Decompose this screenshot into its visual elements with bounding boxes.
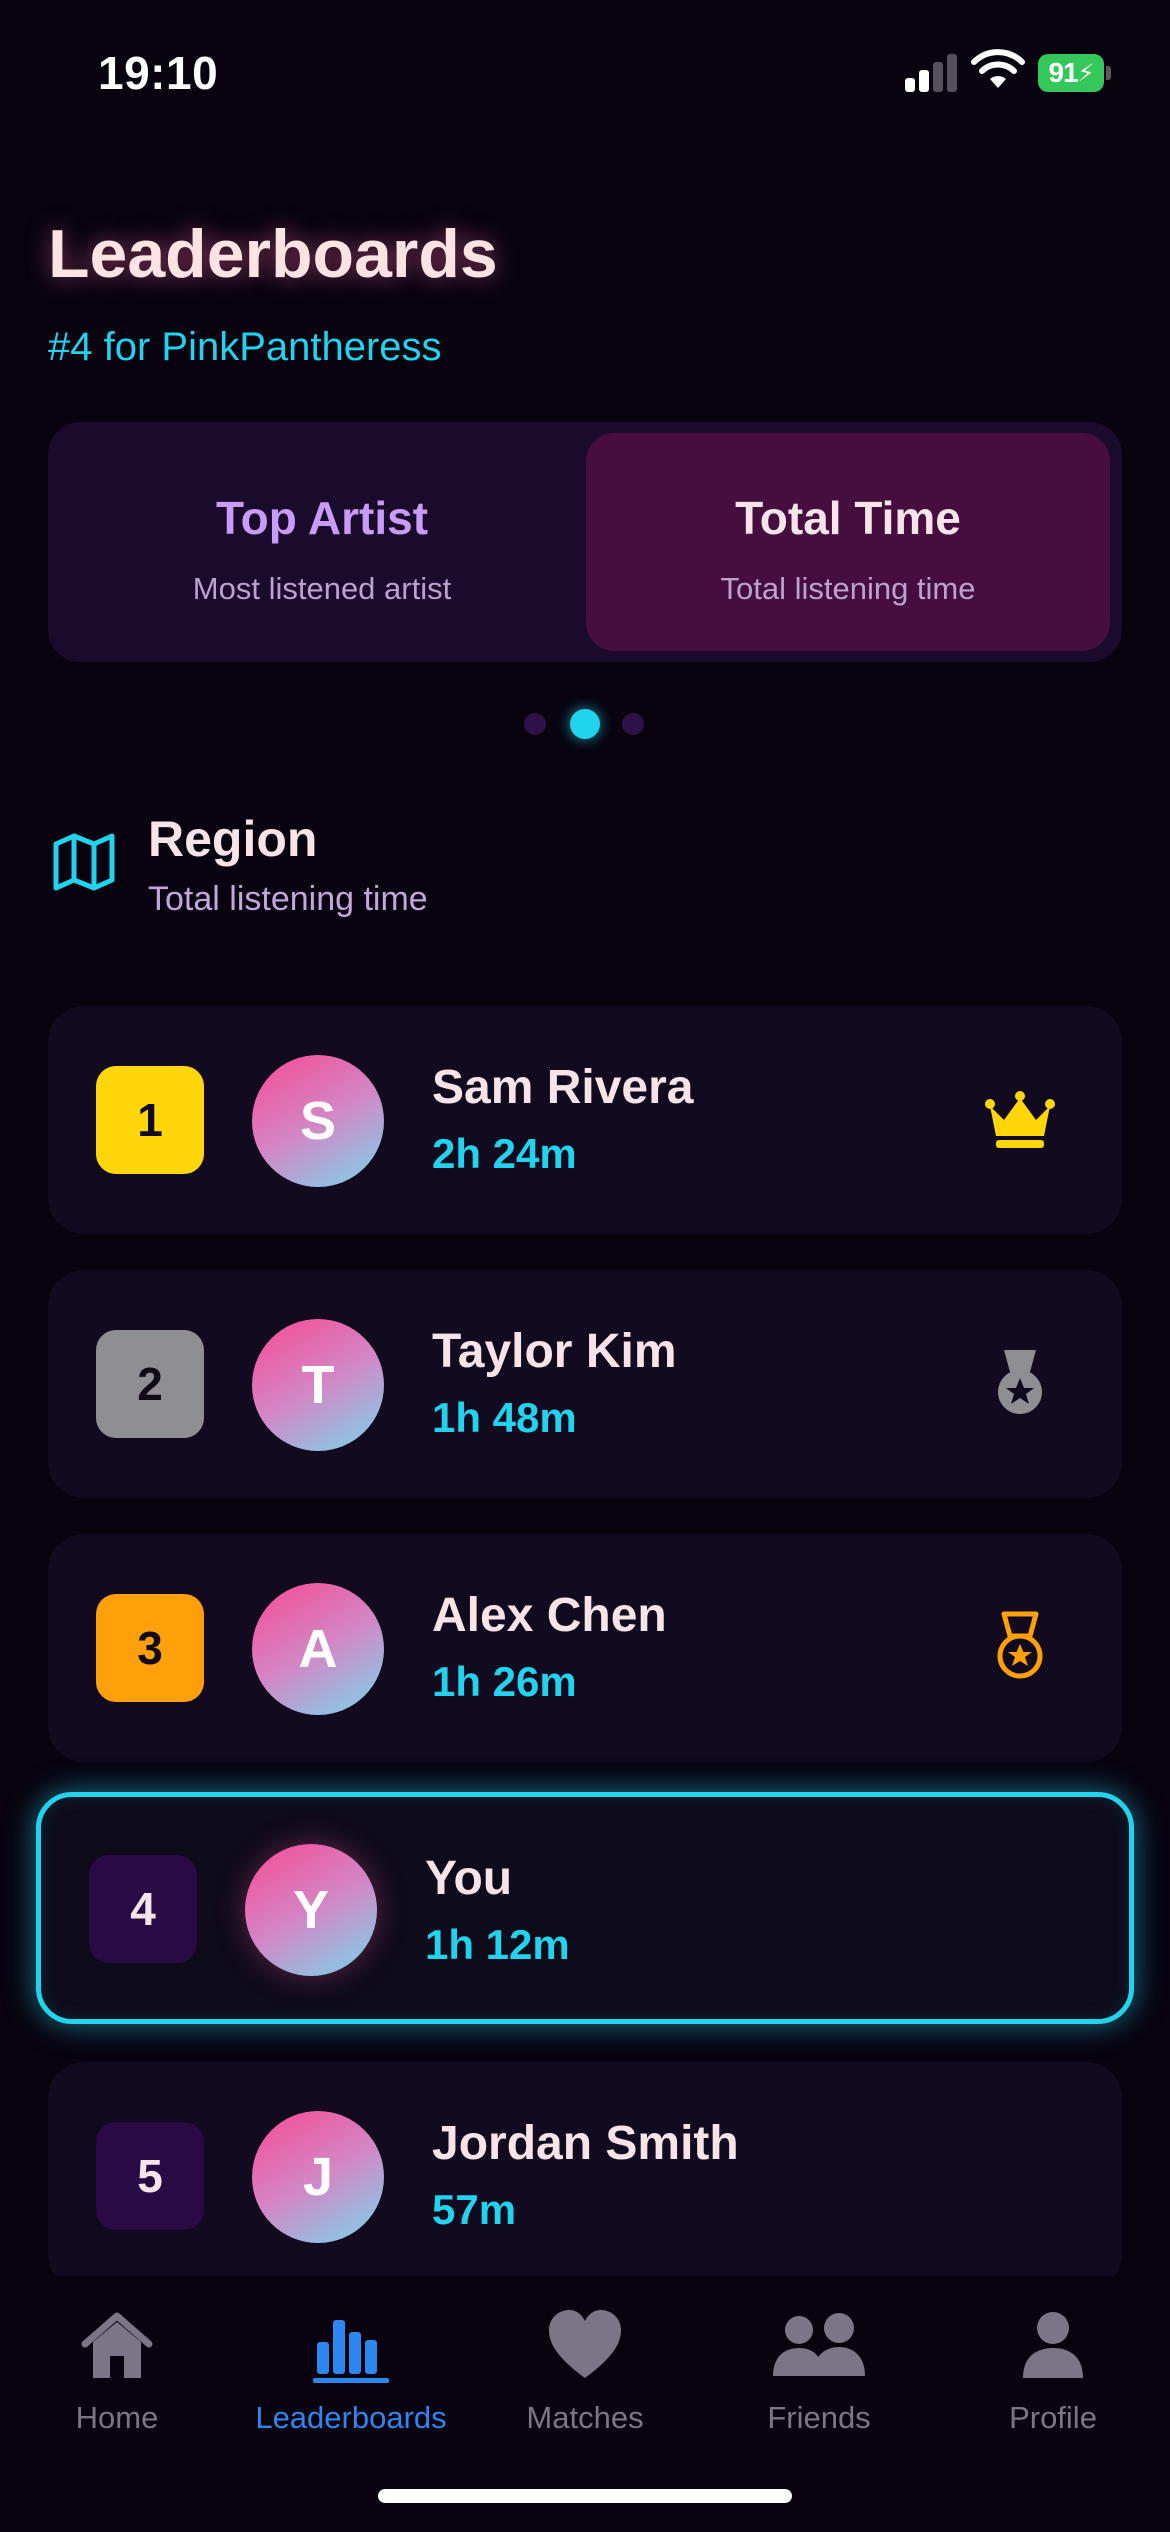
leaderboard-row[interactable]: 1 S Sam Rivera 2h 24m (48, 1006, 1122, 1234)
avatar: T (252, 1319, 384, 1451)
player-name: Sam Rivera (432, 1061, 694, 1114)
avatar: A (252, 1583, 384, 1715)
listening-time: 1h 12m (425, 1921, 570, 1968)
tab-label: Home (75, 2400, 159, 2435)
leaderboard-list[interactable]: 1 S Sam Rivera 2h 24m 2 T Taylor Kim 1h … (0, 0, 1170, 2290)
leaderboard-row[interactable]: 2 T Taylor Kim 1h 48m (48, 1270, 1122, 1498)
player-name: You (425, 1852, 513, 1905)
heart-icon (549, 2310, 621, 2378)
tab-label: Matches (526, 2400, 644, 2435)
tab-home[interactable]: Home (0, 2306, 234, 2456)
player-name: Alex Chen (432, 1589, 667, 1642)
rank-badge: 2 (96, 1330, 204, 1438)
leaderboard-row-current-user[interactable]: 4 Y You 1h 12m (36, 1792, 1134, 2024)
avatar: Y (245, 1844, 377, 1976)
house-icon (81, 2312, 153, 2378)
listening-time: 1h 26m (432, 1658, 577, 1705)
leaderboard-row[interactable]: 3 A Alex Chen 1h 26m (48, 1534, 1122, 1762)
bronze-medal-icon (997, 1611, 1043, 1679)
people-icon (773, 2313, 865, 2376)
listening-time: 1h 48m (432, 1394, 577, 1441)
tab-profile[interactable]: Profile (936, 2306, 1170, 2456)
crown-icon (985, 1091, 1055, 1148)
bar-chart-icon (313, 2320, 389, 2383)
tab-matches[interactable]: Matches (468, 2306, 702, 2456)
leaderboard-row[interactable]: 5 J Jordan Smith 57m (48, 2062, 1122, 2290)
rank-badge: 5 (96, 2122, 204, 2230)
silver-medal-icon (998, 1350, 1042, 1414)
tab-label: Profile (1009, 2400, 1097, 2435)
rank-badge: 4 (89, 1855, 197, 1963)
listening-time: 57m (432, 2186, 517, 2233)
tab-leaderboards[interactable]: Leaderboards (234, 2306, 468, 2456)
avatar: S (252, 1055, 384, 1187)
rank-badge: 1 (96, 1066, 204, 1174)
tab-label: Leaderboards (255, 2400, 447, 2435)
player-name: Jordan Smith (432, 2117, 739, 2170)
home-indicator[interactable] (378, 2489, 792, 2503)
person-icon (1023, 2312, 1083, 2378)
listening-time: 2h 24m (432, 1130, 577, 1177)
rank-badge: 3 (96, 1594, 204, 1702)
tab-label: Friends (767, 2400, 871, 2435)
avatar: J (252, 2111, 384, 2243)
player-name: Taylor Kim (432, 1325, 677, 1378)
tab-friends[interactable]: Friends (702, 2306, 936, 2456)
